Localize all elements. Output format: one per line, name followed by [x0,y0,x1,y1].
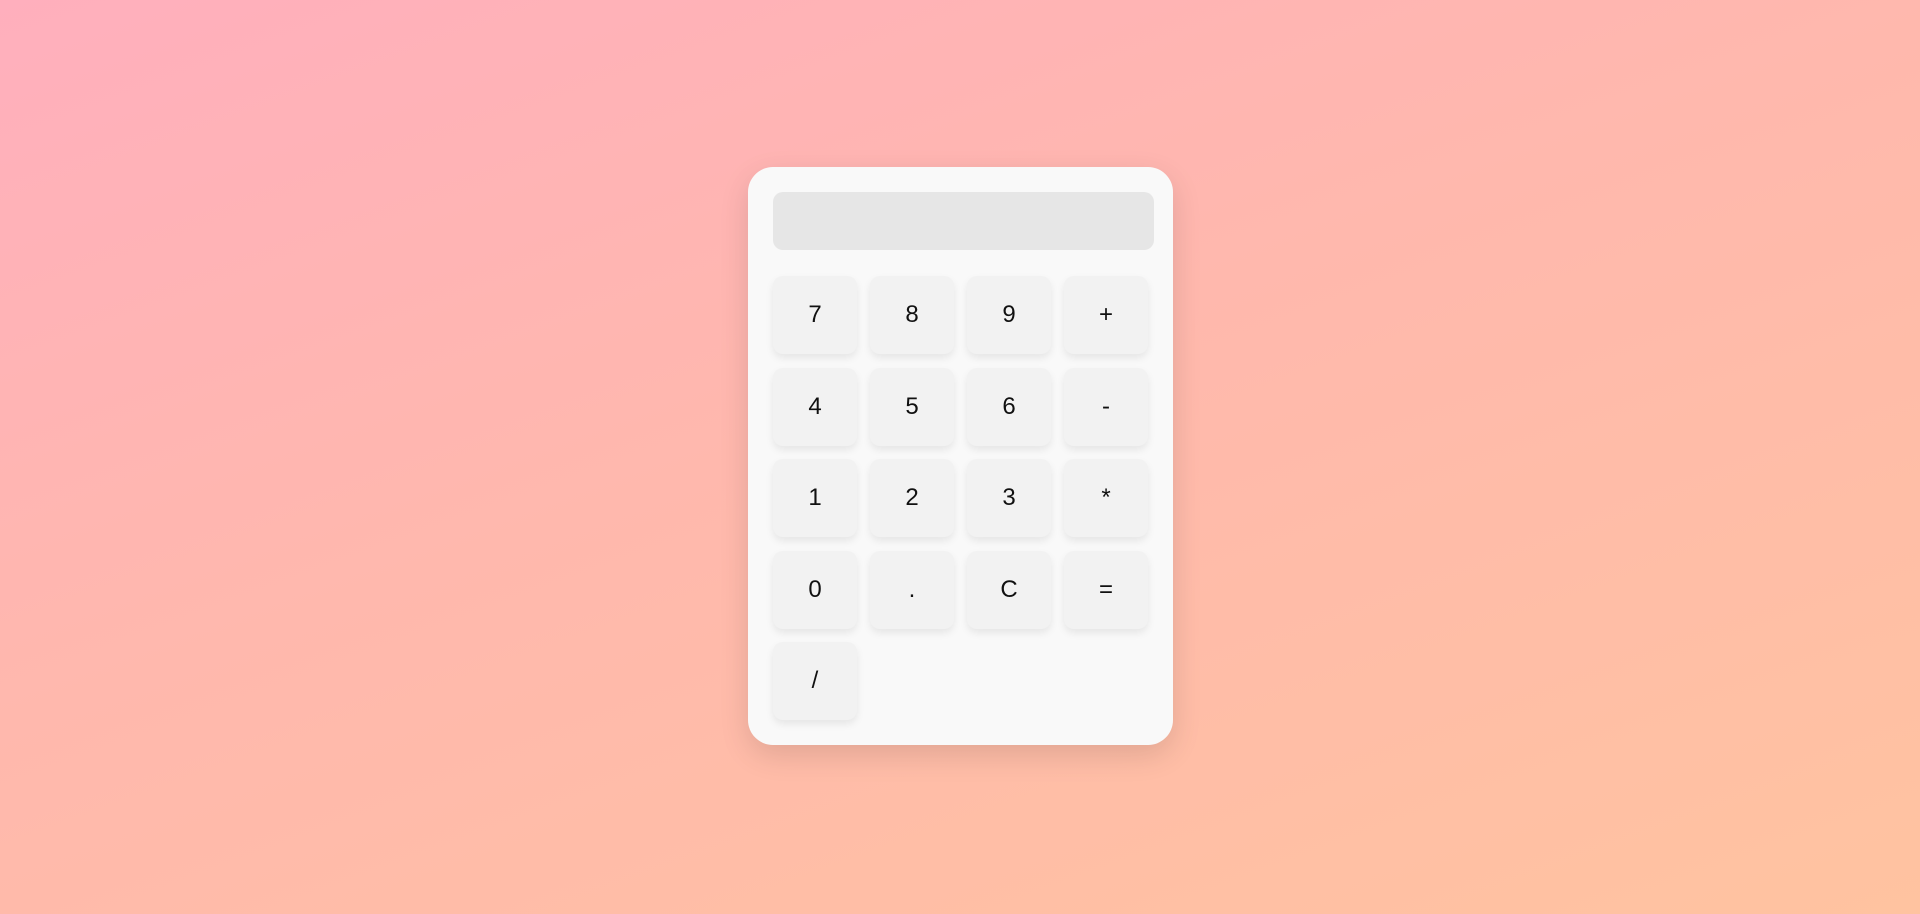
key-8[interactable]: 8 [870,276,954,354]
key-minus[interactable]: - [1064,367,1148,446]
key-plus[interactable]: + [1064,276,1148,354]
key-1[interactable]: 1 [773,459,857,537]
key-multiply[interactable]: * [1064,459,1148,537]
key-0[interactable]: 0 [773,550,857,629]
keypad: 7 8 9 + 4 5 6 - 1 2 3 * 0 . C = / [773,276,1148,720]
key-decimal[interactable]: . [870,550,954,629]
calculator-panel: 7 8 9 + 4 5 6 - 1 2 3 * 0 . C = / [748,167,1173,745]
key-6[interactable]: 6 [967,367,1051,446]
calculator-display[interactable] [773,192,1154,250]
key-divide[interactable]: / [773,642,857,720]
key-2[interactable]: 2 [870,459,954,537]
key-equals[interactable]: = [1064,550,1148,629]
key-7[interactable]: 7 [773,276,857,354]
key-clear[interactable]: C [967,550,1051,629]
key-5[interactable]: 5 [870,367,954,446]
key-9[interactable]: 9 [967,276,1051,354]
key-3[interactable]: 3 [967,459,1051,537]
key-4[interactable]: 4 [773,367,857,446]
